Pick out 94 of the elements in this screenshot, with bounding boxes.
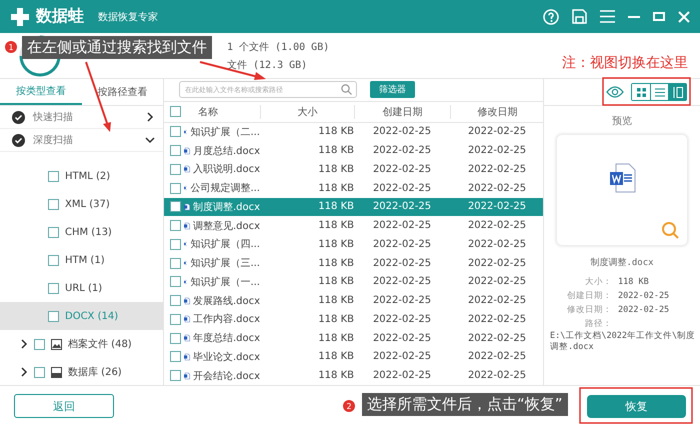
file-row[interactable]: 知识扩展（三... 118 KB 2022-02-25 2022-02-25 [164,254,543,272]
file-row[interactable]: 年度总结.docx 118 KB 2022-02-25 2022-02-25 [164,328,543,348]
column-header[interactable]: 修改日期 [450,104,544,118]
eye-icon[interactable] [606,86,624,98]
callout: 选择所需文件后，点击“恢复” [362,393,568,416]
field-label: 路径： [584,318,612,330]
maximize-icon[interactable] [653,12,665,21]
field-label: 创建日期： [566,290,612,302]
cross-logo-icon [10,6,30,26]
tree-item[interactable]: CHM (13) [0,218,163,246]
view-toggle-button[interactable] [650,84,668,100]
column-header[interactable]: 名称 [198,104,218,118]
file-row[interactable]: 毕业论文.docx 118 KB 2022-02-25 2022-02-25 [164,348,543,366]
tree-item[interactable]: 数据库 (26) [0,358,163,386]
annotation-note: 注：视图切换在这里 [562,54,688,72]
close-icon[interactable] [678,10,690,22]
checkbox[interactable] [170,276,181,288]
checkbox[interactable] [170,126,181,138]
checkbox[interactable] [170,295,181,306]
view-tab[interactable]: 按路径查看 [82,79,163,105]
field-value: 2022-02-25 [618,305,670,315]
checkbox[interactable] [170,258,181,269]
checkbox[interactable] [170,220,181,232]
view-tab[interactable]: 按类型查看 [0,79,82,105]
file-row[interactable]: 开会结论.docx 118 KB 2022-02-25 2022-02-25 [164,366,543,385]
field-label: 修改日期： [566,304,612,316]
checkbox[interactable] [48,310,59,322]
columns-icon [672,86,682,98]
tree-item[interactable]: URL (1) [0,274,163,302]
scan-status-text: 文件 (12.3 GB) [227,58,308,72]
tree-item[interactable]: HTML (2) [0,162,163,190]
checkbox[interactable] [34,338,45,350]
minimize-icon[interactable] [628,16,640,18]
scan-item[interactable]: 深度扫描 [0,129,163,152]
checkbox[interactable] [170,201,181,212]
callout: 在左侧或通过搜索找到文件 [22,36,212,59]
back-button[interactable]: 返回 [14,394,114,418]
database-icon [51,366,62,378]
tree-item[interactable]: HTM (1) [0,246,163,274]
checkbox[interactable] [170,106,181,117]
image-file-icon [51,338,62,350]
field-value: 2022-02-25 [618,291,670,301]
file-row[interactable]: 知识扩展（一... 118 KB 2022-02-25 2022-02-25 [164,272,543,292]
file-path: E:\工作文档\2022年工作文件\制度调整.docx [550,331,696,354]
menu-icon[interactable] [600,10,615,23]
file-row[interactable]: 月度总结.docx 118 KB 2022-02-25 2022-02-25 [164,141,543,160]
list-icon [654,88,664,96]
magnifier-icon[interactable] [661,221,679,239]
column-header[interactable]: 大小 [260,104,354,118]
help-icon[interactable] [543,8,559,24]
checkbox[interactable] [170,351,181,362]
view-toggle-button[interactable] [668,84,686,100]
check-circle-icon [12,110,25,124]
step-badge: 2 [343,400,355,412]
chevron-right-icon [20,339,28,349]
preview-file-name: 制度调整.docx [589,256,655,269]
file-row[interactable]: 公司规定调整... 118 KB 2022-02-25 2022-02-25 [164,178,543,198]
step-badge: 1 [5,41,17,53]
checkbox[interactable] [48,170,59,182]
tree-item[interactable]: 档案文件 (48) [0,330,163,358]
checkbox[interactable] [170,238,181,250]
checkbox[interactable] [170,182,181,194]
checkbox[interactable] [48,254,59,266]
checkbox[interactable] [170,332,181,344]
field-label: 大小： [584,276,612,288]
file-row[interactable]: 调整意见.docx 118 KB 2022-02-25 2022-02-25 [164,216,543,235]
field-value: 118 KB [618,277,649,287]
search-icon [341,84,352,96]
column-header[interactable]: 创建日期 [354,104,450,118]
app-subtitle: 数据恢复专家 [98,10,158,24]
file-row[interactable]: 知识扩展（二... 118 KB 2022-02-25 2022-02-25 [164,122,543,142]
grid-icon [636,88,646,96]
file-row[interactable]: 发展路线.docx 118 KB 2022-02-25 2022-02-25 [164,291,543,310]
app-name: 数据蛙 [36,6,84,27]
checkbox[interactable] [48,282,59,294]
save-icon[interactable] [572,9,587,24]
checkbox[interactable] [170,145,181,156]
check-circle-icon [12,134,25,146]
preview-title: 预览 [611,115,633,128]
checkbox[interactable] [48,226,59,238]
file-row[interactable]: 制度调整.docx 118 KB 2022-02-25 2022-02-25 [164,198,543,216]
file-row[interactable]: 入职说明.docx 118 KB 2022-02-25 2022-02-25 [164,160,543,179]
checkbox[interactable] [170,164,181,175]
checkbox[interactable] [170,370,181,382]
recover-button[interactable]: 恢复 [587,394,686,418]
checkbox[interactable] [170,314,181,325]
tree-item[interactable]: XML (37) [0,190,163,218]
chevron-right-icon [20,367,28,377]
scan-status-text: 1 个文件 (1.00 GB) [227,40,330,54]
checkbox[interactable] [48,198,59,210]
filter-button[interactable]: 筛选器 [370,81,415,98]
file-row[interactable]: 知识扩展（四... 118 KB 2022-02-25 2022-02-25 [164,235,543,254]
checkbox[interactable] [34,366,45,378]
file-row[interactable]: 工作内容.docx 118 KB 2022-02-25 2022-02-25 [164,310,543,329]
